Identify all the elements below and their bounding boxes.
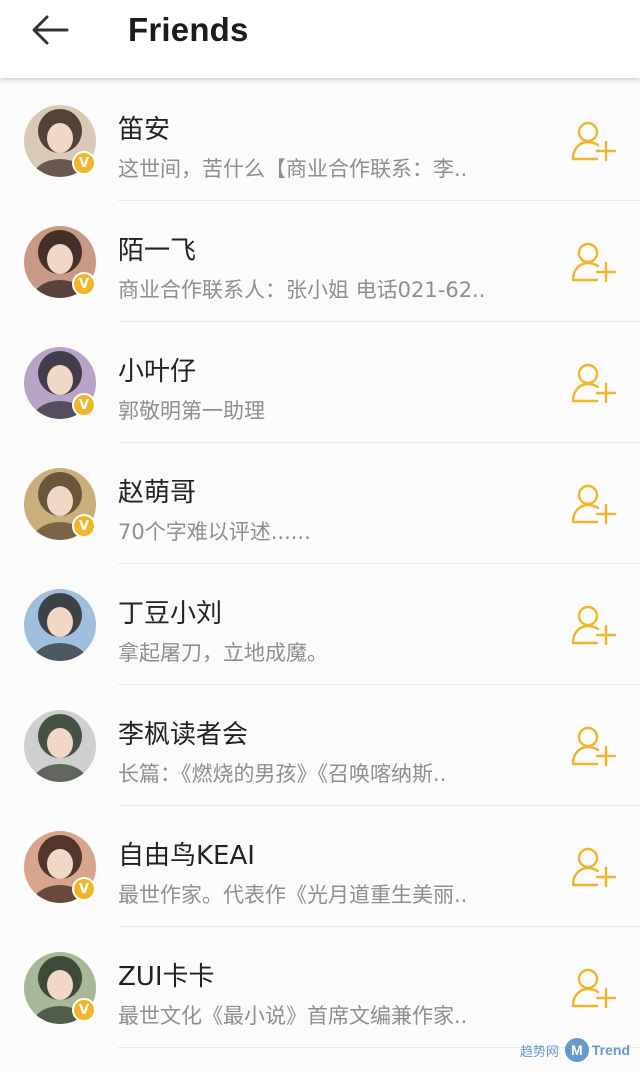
watermark: 趋势网 M Trend: [520, 1038, 630, 1062]
verified-badge-icon: V: [72, 272, 96, 296]
add-friend-button[interactable]: [566, 239, 622, 285]
friend-name: 陌一飞: [118, 236, 197, 266]
add-friend-button[interactable]: [566, 118, 622, 164]
friend-row[interactable]: V ZUI卡卡最世文化《最小说》首席文编兼作家..: [0, 927, 640, 1048]
friend-name: 自由鸟KEAI: [118, 841, 255, 871]
friend-name: 笛安: [118, 115, 171, 145]
page-title: Friends: [128, 11, 249, 48]
avatar[interactable]: [24, 710, 96, 782]
add-friend-button[interactable]: [566, 360, 622, 406]
avatar-container: V: [24, 831, 96, 903]
add-person-icon: [571, 968, 617, 1009]
add-person-icon: [571, 605, 617, 646]
add-person-icon: [571, 363, 617, 404]
verified-badge-icon: V: [72, 514, 96, 538]
friend-list: V 笛安这世间，苦什么【商业合作联系：李.. V 陌一飞商业合作联系人：张小姐 电话0…: [0, 80, 640, 1048]
back-button[interactable]: [22, 6, 78, 54]
friend-description: 这世间，苦什么【商业合作联系：李..: [118, 157, 468, 181]
friend-name: 李枫读者会: [118, 720, 249, 750]
watermark-cn: 趋势网: [519, 1043, 559, 1059]
add-person-icon: [571, 484, 617, 525]
verified-badge-icon: V: [72, 998, 96, 1022]
friend-description: 最世文化《最小说》首席文编兼作家..: [118, 1004, 468, 1028]
friend-row[interactable]: V 笛安这世间，苦什么【商业合作联系：李..: [0, 80, 640, 201]
avatar-container: [24, 710, 96, 782]
avatar-container: V: [24, 347, 96, 419]
avatar-container: V: [24, 105, 96, 177]
add-friend-button[interactable]: [566, 965, 622, 1011]
add-friend-button[interactable]: [566, 481, 622, 527]
friend-description: 最世作家。代表作《光月道重生美丽..: [118, 883, 468, 907]
add-friend-button[interactable]: [566, 723, 622, 769]
friend-row[interactable]: V 陌一飞商业合作联系人：张小姐 电话021-62..: [0, 201, 640, 322]
arrow-left-icon: [32, 15, 69, 45]
avatar-container: V: [24, 952, 96, 1024]
add-person-icon: [571, 242, 617, 283]
add-person-icon: [571, 726, 617, 767]
friend-description: 长篇：《燃烧的男孩》《召唤喀纳斯..: [118, 762, 447, 786]
friend-name: 丁豆小刘: [118, 599, 223, 629]
verified-badge-icon: V: [72, 877, 96, 901]
avatar-container: [24, 589, 96, 661]
avatar-container: V: [24, 226, 96, 298]
avatar[interactable]: [24, 589, 96, 661]
watermark-brand: Trend: [591, 1042, 630, 1058]
avatar-container: V: [24, 468, 96, 540]
watermark-logo-icon: M: [564, 1038, 589, 1062]
friend-row[interactable]: V 赵萌哥 70个字难以评述......: [0, 443, 640, 564]
friend-name: 小叶仔: [118, 357, 197, 387]
friend-row[interactable]: 李枫读者会长篇：《燃烧的男孩》《召唤喀纳斯..: [0, 685, 640, 806]
friend-row[interactable]: V 小叶仔郭敬明第一助理: [0, 322, 640, 443]
friend-row[interactable]: V 自由鸟KEAI 最世作家。代表作《光月道重生美丽..: [0, 806, 640, 927]
add-friend-button[interactable]: [566, 602, 622, 648]
friend-name: ZUI卡卡: [118, 962, 215, 992]
verified-badge-icon: V: [72, 151, 96, 175]
friend-description: 郭敬明第一助理: [118, 399, 265, 423]
friend-description: 商业合作联系人：张小姐 电话021-62..: [118, 278, 486, 302]
add-person-icon: [571, 121, 617, 162]
friend-description: 拿起屠刀，立地成魔。: [118, 641, 328, 665]
friend-description: 70个字难以评述......: [118, 520, 311, 544]
add-person-icon: [571, 847, 617, 888]
friend-row[interactable]: 丁豆小刘拿起屠刀，立地成魔。: [0, 564, 640, 685]
add-friend-button[interactable]: [566, 844, 622, 890]
verified-badge-icon: V: [72, 393, 96, 417]
app-bar: Friends: [0, 0, 640, 78]
friend-name: 赵萌哥: [118, 478, 197, 508]
